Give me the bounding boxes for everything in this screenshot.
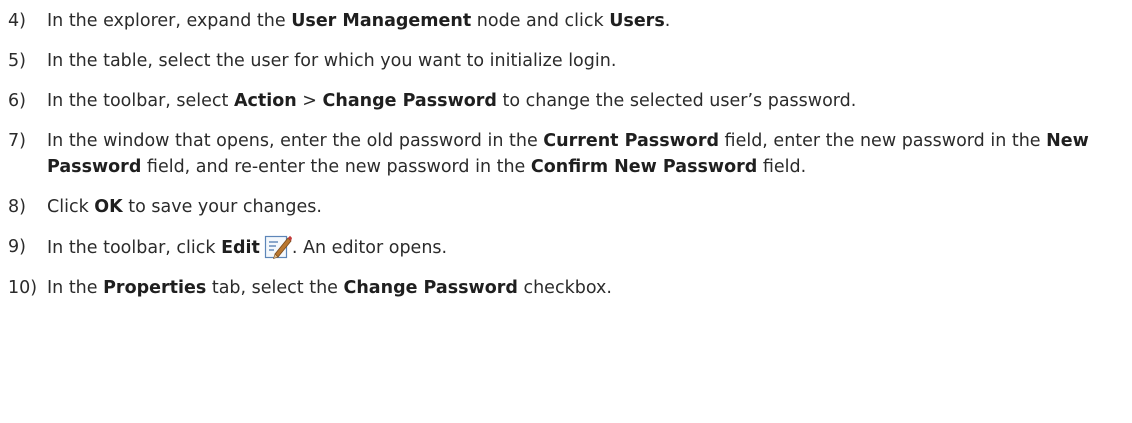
step-text-run: .: [664, 11, 671, 31]
step-6: 6) In the toolbar, select Action > Chang…: [8, 88, 1124, 114]
step-number: 9): [8, 237, 26, 257]
step-text-run: In the: [47, 278, 104, 298]
step-number: 8): [8, 197, 26, 217]
step-text-run: node and click: [471, 11, 610, 31]
step-text-run: field, and re-enter the new password in …: [141, 157, 531, 177]
ui-term-edit: Edit: [221, 238, 260, 258]
step-text-run: tab, select the: [206, 278, 344, 298]
step-text-run: In the explorer, expand the: [47, 11, 292, 31]
step-text: In the toolbar, select Action > Change P…: [47, 88, 1124, 114]
step-number: 4): [8, 11, 26, 31]
ui-term-users: Users: [609, 11, 665, 31]
step-text-run: . An editor opens.: [291, 238, 448, 258]
step-text-run: field.: [757, 157, 807, 177]
step-4: 4) In the explorer, expand the User Mana…: [8, 8, 1124, 34]
step-text: In the toolbar, click Edit . An editor o…: [47, 234, 1124, 261]
step-text-run: to save your changes.: [122, 197, 322, 217]
step-5: 5) In the table, select the user for whi…: [8, 48, 1124, 74]
step-text-run: field, enter the new password in the: [718, 131, 1047, 151]
ui-term-change-password: Change Password: [343, 278, 518, 298]
ui-term-confirm-new-password: Confirm New Password: [530, 157, 758, 177]
procedure-steps: 4) In the explorer, expand the User Mana…: [8, 0, 1124, 301]
step-text: In the Properties tab, select the Change…: [47, 275, 1124, 301]
step-text-run: In the toolbar, select: [47, 91, 234, 111]
step-text-run: In the table, select the user for which …: [47, 51, 617, 71]
step-number: 7): [8, 131, 26, 151]
step-text: In the window that opens, enter the old …: [47, 128, 1124, 180]
ui-term-properties: Properties: [103, 278, 207, 298]
step-number: 5): [8, 51, 26, 71]
step-text: Click OK to save your changes.: [47, 194, 1124, 220]
step-text-run: In the toolbar, click: [47, 238, 222, 258]
step-8: 8) Click OK to save your changes.: [8, 194, 1124, 220]
step-7: 7) In the window that opens, enter the o…: [8, 128, 1124, 180]
ui-term-action: Action: [233, 91, 297, 111]
step-text: In the table, select the user for which …: [47, 48, 1124, 74]
step-text-run: checkbox.: [517, 278, 612, 298]
step-9: 9) In the toolbar, click Edit . An edito…: [8, 234, 1124, 261]
step-text-run: Click: [47, 197, 95, 217]
step-10: 10) In the Properties tab, select the Ch…: [8, 275, 1124, 301]
ui-term-change-password: Change Password: [322, 91, 497, 111]
step-text-run: In the window that opens, enter the old …: [47, 131, 544, 151]
ui-term-user-management: User Management: [291, 11, 472, 31]
ui-term-ok: OK: [94, 197, 123, 217]
edit-icon: [264, 234, 292, 260]
step-number: 10): [8, 278, 38, 298]
step-text-run: to change the selected user’s password.: [496, 91, 857, 111]
ui-term-current-password: Current Password: [543, 131, 719, 151]
step-number: 6): [8, 91, 26, 111]
step-text: In the explorer, expand the User Managem…: [47, 8, 1124, 34]
step-text-run: >: [296, 91, 323, 111]
